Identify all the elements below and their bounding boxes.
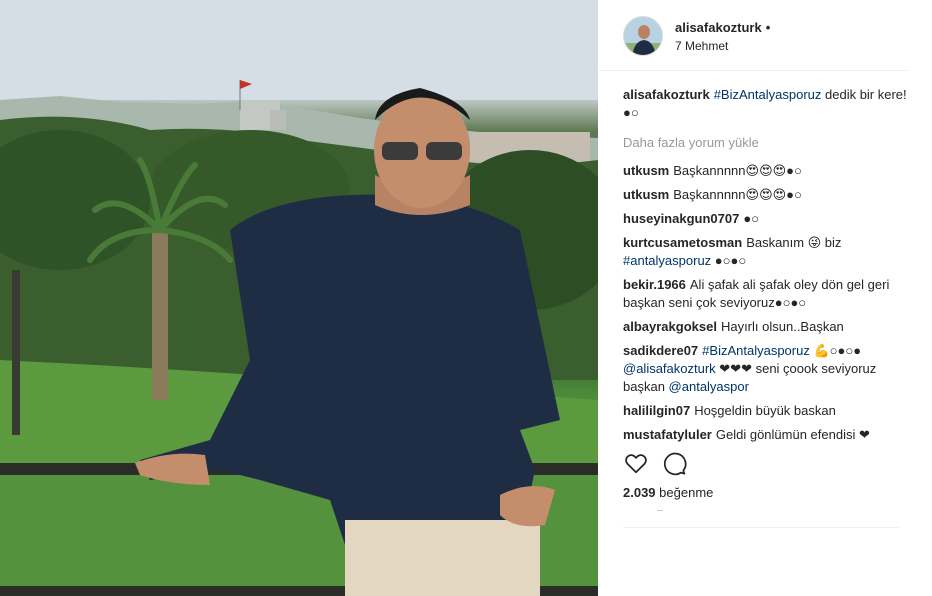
comment-username[interactable]: sadikdere07 (623, 343, 698, 358)
comments-list: alisafakozturk #BizAntalyasporuz dedik bi… (623, 86, 913, 442)
comment-tag-link[interactable]: @alisafakozturk (623, 361, 716, 376)
comment-tag-link[interactable]: @antalyaspor (669, 379, 749, 394)
timestamp-placeholder (657, 510, 663, 511)
comment-text: Geldi gönlümün efendisi ❤ (715, 427, 870, 442)
comment-username[interactable]: mustafatyluler (623, 427, 712, 442)
comment-item: halililgin07 Hoşgeldin büyük baskan (623, 402, 913, 420)
photo-scene (0, 0, 598, 596)
comment-text: ●○ (743, 211, 760, 226)
post-username[interactable]: alisafakozturk • (675, 20, 770, 35)
comment-text: Başkannnnn😍😍😍●○ (673, 163, 802, 178)
comment-bubble-icon[interactable] (661, 450, 687, 476)
likes-number[interactable]: 2.039 (623, 485, 656, 500)
comment-item: utkusm Başkannnnn😍😍😍●○ (623, 186, 913, 204)
caption-hashtag[interactable]: #BizAntalyasporuz (714, 87, 822, 102)
header-divider (599, 70, 909, 71)
post-location[interactable]: 7 Mehmet (675, 39, 728, 53)
comment-username[interactable]: utkusm (623, 187, 669, 202)
post-caption: alisafakozturk #BizAntalyasporuz dedik bi… (623, 86, 913, 122)
comment-item: sadikdere07 #BizAntalyasporuz 💪○●○● @alis… (623, 342, 913, 396)
comment-item: huseyinakgun0707 ●○ (623, 210, 913, 228)
post-actions (623, 450, 723, 478)
comment-username[interactable]: huseyinakgun0707 (623, 211, 739, 226)
separator-dot: • (765, 20, 771, 35)
comment-text: Başkannnnn😍😍😍●○ (673, 187, 802, 202)
comment-text: ●○●○ (711, 253, 747, 268)
comment-item: utkusm Başkannnnn😍😍😍●○ (623, 162, 913, 180)
likes-word: beğenme (659, 485, 714, 500)
post-username-text[interactable]: alisafakozturk (675, 20, 762, 35)
avatar[interactable] (623, 16, 663, 56)
comment-text: Baskanım 😜 biz (746, 235, 842, 250)
comment-username[interactable]: utkusm (623, 163, 669, 178)
comment-username[interactable]: albayrakgoksel (623, 319, 717, 334)
comment-text: 💪○●○● (809, 343, 862, 358)
heart-icon[interactable] (623, 450, 649, 476)
comment-item: kurtcusametosman Baskanım 😜 biz #antalyas… (623, 234, 913, 270)
comment-box-divider (623, 527, 899, 528)
post-side-panel: alisafakozturk • 7 Mehmet alisafakozturk #… (599, 0, 932, 596)
comment-username[interactable]: bekir.1966 (623, 277, 686, 292)
comment-username[interactable]: kurtcusametosman (623, 235, 742, 250)
comment-item: mustafatyluler Geldi gönlümün efendisi ❤ (623, 426, 913, 442)
load-more-comments-button[interactable]: Daha fazla yorum yükle (623, 134, 913, 152)
comment-item: albayrakgoksel Hayırlı olsun..Başkan (623, 318, 913, 336)
comment-item: bekir.1966 Ali şafak ali şafak oley dön g… (623, 276, 913, 312)
comment-tag-link[interactable]: #antalyasporuz (623, 253, 711, 268)
comment-tag-link[interactable]: #BizAntalyasporuz (702, 343, 810, 358)
comment-items: utkusm Başkannnnn😍😍😍●○ utkusm Başkannnnn😍😍😍… (623, 162, 913, 442)
avatar-image (624, 17, 662, 55)
caption-username[interactable]: alisafakozturk (623, 87, 710, 102)
post-photo[interactable] (0, 0, 598, 596)
likes-count[interactable]: 2.039 beğenme (623, 485, 713, 500)
comment-text: Hayırlı olsun..Başkan (720, 319, 844, 334)
comment-text: Hoşgeldin büyük baskan (694, 403, 836, 418)
post-header: alisafakozturk • 7 Mehmet (599, 0, 932, 70)
comment-username[interactable]: halililgin07 (623, 403, 690, 418)
